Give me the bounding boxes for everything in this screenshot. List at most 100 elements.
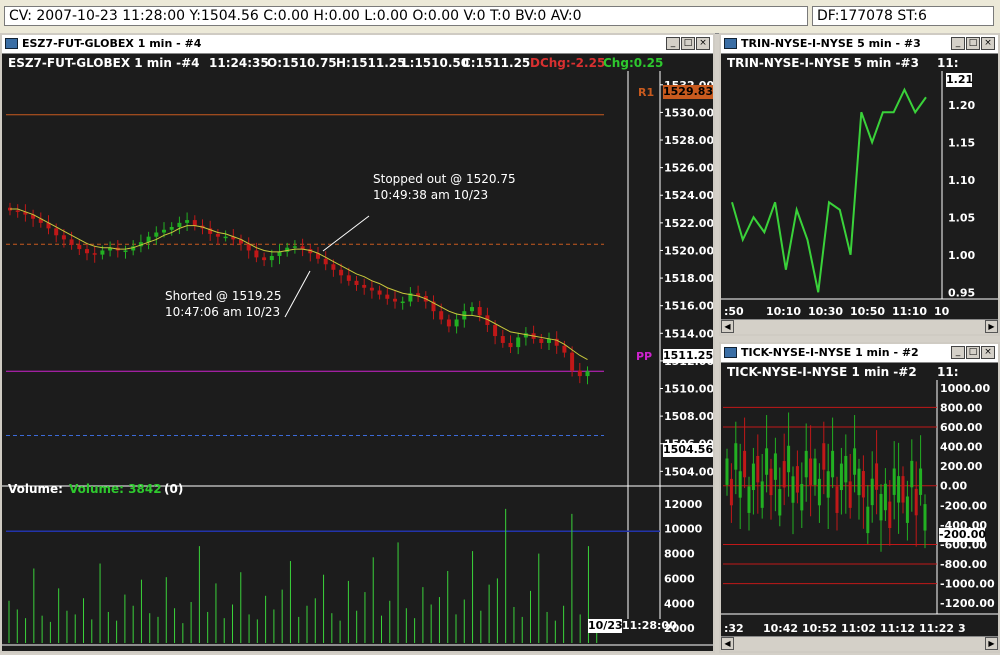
- price-candle-body: [61, 235, 66, 240]
- scroll-left-arrow-icon[interactable]: ◀: [721, 637, 734, 650]
- minimize-button[interactable]: _: [666, 37, 680, 50]
- maximize-button[interactable]: □: [966, 346, 980, 359]
- main-header-symbol: ESZ7-FUT-GLOBEX 1 min -#4: [8, 56, 200, 70]
- price-candle-body: [339, 269, 344, 276]
- price-candle-body: [277, 251, 282, 256]
- price-candle-body: [562, 345, 567, 353]
- price-volume-chart[interactable]: 1532.001530.001528.001526.001524.001522.…: [2, 71, 713, 653]
- maximize-button[interactable]: □: [966, 37, 980, 50]
- price-tick-label: 1524.00: [664, 189, 713, 202]
- trin-horizontal-scrollbar[interactable]: ◀ ▶: [721, 319, 998, 334]
- volume-tick-label: 10000: [664, 523, 703, 536]
- tick-candle-body: [747, 486, 751, 513]
- trin-chart-window[interactable]: TRIN-NYSE-I-NYSE 5 min - #3 _ □ × TRIN-N…: [719, 33, 1000, 336]
- volume-value: Volume: 3842: [69, 482, 162, 496]
- minimize-button[interactable]: _: [951, 346, 965, 359]
- tick-window-titlebar[interactable]: TICK-NYSE-I-NYSE 1 min - #2 _ □ ×: [721, 344, 998, 363]
- trin-tick-label: 1.00: [948, 249, 975, 262]
- tick-candle-body: [826, 471, 830, 498]
- tick-time-tick-label: 11:02: [841, 622, 876, 635]
- tick-candle-body: [817, 478, 821, 506]
- volume-tick-label: 8000: [664, 548, 695, 561]
- tick-tick-label: -200.00: [940, 499, 987, 512]
- price-candle-body: [516, 337, 521, 348]
- price-candle-body: [393, 298, 397, 302]
- main-header-chg: Chg:0.25: [603, 56, 664, 70]
- price-candle-body: [331, 264, 336, 270]
- price-candle-body: [54, 228, 59, 236]
- tick-candle-body: [729, 478, 733, 506]
- volume-tick-label: 12000: [664, 498, 703, 511]
- main-header-close: C:1511.25: [462, 56, 531, 70]
- tick-candle-body: [914, 488, 918, 516]
- price-candle-body: [323, 258, 328, 265]
- price-candle-body: [15, 210, 20, 212]
- price-candle-body: [570, 352, 575, 371]
- tick-candle-body: [901, 476, 905, 503]
- tick-horizontal-scrollbar[interactable]: ◀ ▶: [721, 636, 998, 651]
- tick-candle-body: [791, 476, 795, 503]
- trin-tick-label: 1.10: [948, 174, 975, 187]
- shorted-label-line2: 10:47:06 am 10/23: [165, 305, 281, 319]
- price-tick-label: 1518.00: [664, 272, 713, 285]
- trin-line-chart[interactable]: 1.20 1.15 1.10 1.05 1.00 0.95:50 10:10 10:30 10:…: [721, 71, 998, 321]
- tick-candle-body: [879, 493, 883, 521]
- close-button[interactable]: ×: [696, 37, 710, 50]
- price-candle-body: [85, 249, 89, 254]
- price-tick-label: 1504.00: [664, 465, 713, 478]
- maximize-button[interactable]: □: [681, 37, 695, 50]
- volume-tick-label: 4000: [664, 597, 695, 610]
- trin-time-tick-label: 10:10: [766, 305, 801, 318]
- price-candle-body: [446, 319, 451, 327]
- tick-tick-label: -1200.00: [940, 597, 995, 610]
- tick-candle-body: [765, 448, 769, 475]
- tick-candle-body: [751, 463, 755, 491]
- tick-candle-chart[interactable]: 1000.00 800.00 600.00 400.00 200.00 0.00 -200.…: [721, 380, 998, 638]
- tick-tick-label: 0.00: [940, 480, 967, 493]
- cursor-price-badge: 1504.56: [663, 443, 714, 457]
- tick-candle-body: [848, 481, 852, 508]
- r1-value-badge: 1529.833: [663, 85, 715, 99]
- tick-candle-body: [923, 504, 927, 531]
- trin-header-time: 11:: [937, 56, 959, 70]
- price-candle-body: [385, 294, 390, 299]
- price-tick-label: 1526.00: [664, 162, 713, 175]
- chart-window-icon: [5, 38, 18, 49]
- tick-candle-body: [888, 501, 892, 529]
- main-chart-window[interactable]: ESZ7-FUT-GLOBEX 1 min - #4 _ □ × ESZ7-FU…: [0, 33, 715, 653]
- price-tick-label: 1520.00: [664, 244, 713, 257]
- tick-candle-body: [892, 468, 896, 495]
- main-header-low: L:1510.50: [402, 56, 470, 70]
- chart-background: [2, 71, 713, 651]
- price-tick-label: 1514.00: [664, 327, 713, 340]
- trin-header-symbol: TRIN-NYSE-I-NYSE 5 min -#3: [727, 56, 919, 70]
- minimize-button[interactable]: _: [951, 37, 965, 50]
- tick-candle-body: [861, 471, 865, 498]
- scroll-right-arrow-icon[interactable]: ▶: [985, 637, 998, 650]
- tick-chart-window[interactable]: TICK-NYSE-I-NYSE 1 min - #2 _ □ × TICK-N…: [719, 342, 1000, 653]
- price-candle-body: [362, 284, 367, 288]
- scroll-right-arrow-icon[interactable]: ▶: [985, 320, 998, 333]
- main-window-titlebar[interactable]: ESZ7-FUT-GLOBEX 1 min - #4 _ □ ×: [2, 35, 713, 54]
- price-candle-body: [185, 220, 190, 223]
- tick-time-tick-label: 11:22: [919, 622, 954, 635]
- price-candle-body: [400, 301, 405, 304]
- volume-label: Volume:: [8, 482, 63, 496]
- trin-time-tick-label: 11:10: [892, 305, 927, 318]
- trin-window-titlebar[interactable]: TRIN-NYSE-I-NYSE 5 min - #3 _ □ ×: [721, 35, 998, 54]
- close-button[interactable]: ×: [981, 346, 995, 359]
- price-candle-body: [493, 325, 498, 337]
- price-candle-body: [269, 255, 274, 261]
- tick-candle-body: [897, 476, 901, 503]
- shorted-label-line1: Shorted @ 1519.25: [165, 289, 282, 303]
- trin-tick-label: 1.05: [948, 211, 975, 224]
- price-tick-label: 1530.00: [664, 106, 713, 119]
- r1-label: R1: [638, 86, 655, 99]
- main-header-high: H:1511.25: [336, 56, 406, 70]
- price-tick-label: 1528.00: [664, 134, 713, 147]
- price-candle-body: [439, 311, 444, 320]
- close-button[interactable]: ×: [981, 37, 995, 50]
- scroll-left-arrow-icon[interactable]: ◀: [721, 320, 734, 333]
- tick-candle-body: [778, 489, 782, 516]
- tick-candle-body: [804, 450, 808, 478]
